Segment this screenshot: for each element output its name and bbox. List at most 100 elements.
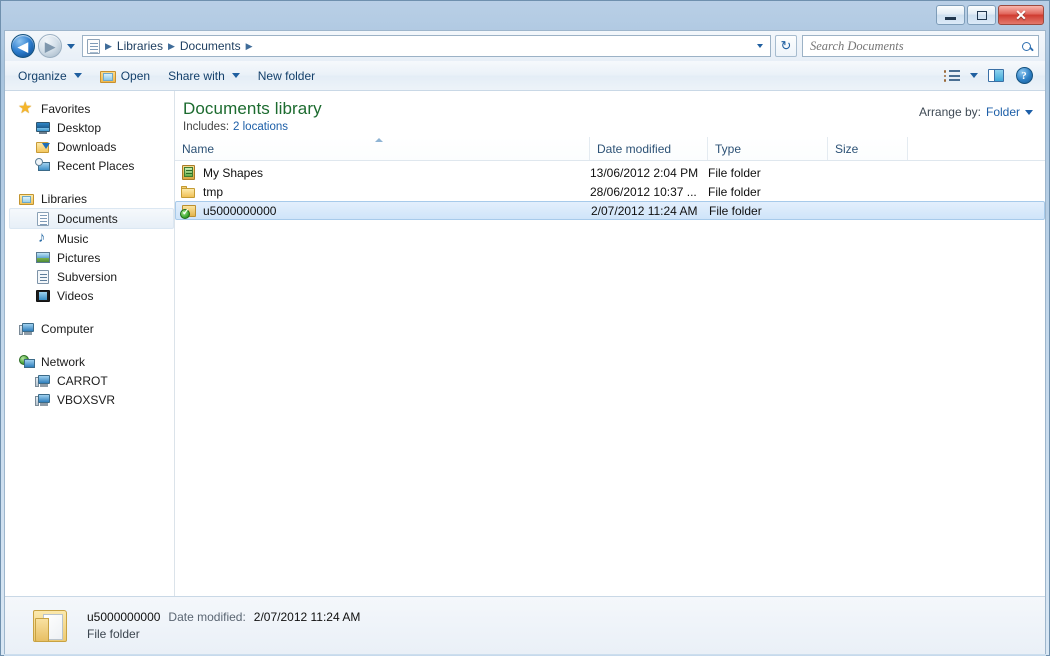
- arrange-by-value[interactable]: Folder: [986, 105, 1020, 119]
- page-title: Documents library: [183, 99, 322, 119]
- folder-large-icon: [31, 606, 73, 646]
- sidebar-item-carrot[interactable]: CARROT: [5, 371, 174, 390]
- share-with-button[interactable]: Share with: [159, 64, 249, 88]
- view-list-icon: [944, 69, 961, 82]
- close-icon: ✕: [1015, 8, 1027, 22]
- nav-group-libraries: Libraries Documents Music: [5, 189, 174, 305]
- chevron-down-icon: [67, 44, 75, 49]
- recent-places-icon: [35, 158, 51, 174]
- arrange-by[interactable]: Arrange by: Folder: [919, 105, 1033, 119]
- documents-icon: [35, 211, 51, 227]
- explorer-body: Favorites Desktop Downloads: [5, 91, 1045, 596]
- sort-ascending-icon: [375, 138, 383, 142]
- sidebar-item-documents[interactable]: Documents: [9, 208, 174, 229]
- maximize-icon: [977, 11, 987, 20]
- file-name-cell[interactable]: u5000000000: [176, 203, 591, 219]
- details-pane: u5000000000 Date modified: 2/07/2012 11:…: [5, 596, 1045, 654]
- table-row[interactable]: My Shapes 13/06/2012 2:04 PM File folder: [175, 163, 1045, 182]
- sidebar-label-videos: Videos: [57, 290, 93, 302]
- column-header-name-label: Name: [182, 142, 214, 156]
- search-input[interactable]: [810, 39, 1022, 54]
- file-list[interactable]: My Shapes 13/06/2012 2:04 PM File folder…: [175, 161, 1045, 596]
- command-bar: Organize Open Share with New folder: [5, 61, 1045, 91]
- forward-arrow-icon: ▶: [45, 40, 55, 53]
- command-bar-right: ?: [939, 64, 1041, 88]
- breadcrumb-separator-0[interactable]: ▶: [103, 41, 114, 52]
- breadcrumb-dropdown-button[interactable]: [751, 36, 768, 56]
- sidebar-item-downloads[interactable]: Downloads: [5, 137, 174, 156]
- chevron-down-icon: [74, 73, 82, 78]
- refresh-button[interactable]: ↻: [775, 35, 797, 57]
- sidebar-item-subversion[interactable]: Subversion: [5, 267, 174, 286]
- sidebar-label-music: Music: [57, 233, 88, 245]
- new-folder-label: New folder: [258, 69, 315, 83]
- includes-link[interactable]: 2 locations: [233, 121, 288, 133]
- view-dropdown-button[interactable]: [967, 64, 981, 88]
- includes-label: Includes:: [183, 121, 229, 133]
- table-row-selected[interactable]: u5000000000 2/07/2012 11:24 AM File fold…: [175, 201, 1045, 220]
- downloads-icon: [35, 139, 51, 155]
- preview-pane-button[interactable]: [983, 64, 1009, 88]
- sidebar-item-videos[interactable]: Videos: [5, 286, 174, 305]
- new-folder-button[interactable]: New folder: [249, 64, 324, 88]
- close-button[interactable]: ✕: [998, 5, 1044, 25]
- search-box[interactable]: [802, 35, 1039, 57]
- column-header-name[interactable]: Name: [175, 137, 590, 160]
- column-header-size-label: Size: [835, 142, 858, 156]
- help-icon: ?: [1016, 67, 1033, 84]
- change-view-button[interactable]: [939, 64, 965, 88]
- explorer-window: ✕ ◀ ▶ ▶ Libraries ▶ Documents ▶: [0, 0, 1050, 656]
- organize-button[interactable]: Organize: [9, 64, 91, 88]
- help-button[interactable]: ?: [1011, 64, 1037, 88]
- computer-icon: [35, 392, 51, 408]
- file-type-cell: File folder: [708, 166, 828, 180]
- sidebar-label-network: Network: [41, 356, 85, 368]
- open-button[interactable]: Open: [91, 64, 159, 88]
- search-icon[interactable]: [1022, 42, 1031, 51]
- sidebar-item-music[interactable]: Music: [5, 229, 174, 248]
- nav-group-computer: Computer: [5, 319, 174, 338]
- back-arrow-icon: ◀: [18, 40, 28, 53]
- nav-group-favorites: Favorites Desktop Downloads: [5, 99, 174, 175]
- sidebar-item-favorites[interactable]: Favorites: [5, 99, 174, 118]
- sidebar-item-libraries[interactable]: Libraries: [5, 189, 174, 208]
- chevron-down-icon: [970, 73, 978, 78]
- navigation-pane[interactable]: Favorites Desktop Downloads: [5, 91, 175, 596]
- column-header-date-modified[interactable]: Date modified: [590, 137, 708, 160]
- network-icon: [19, 354, 35, 370]
- forward-button[interactable]: ▶: [38, 34, 62, 58]
- column-header-type-label: Type: [715, 142, 741, 156]
- breadcrumb-item-documents[interactable]: Documents: [177, 39, 244, 53]
- breadcrumb-separator-1[interactable]: ▶: [166, 41, 177, 52]
- open-folder-icon: [100, 69, 116, 83]
- file-name-cell[interactable]: tmp: [175, 184, 590, 200]
- videos-icon: [35, 288, 51, 304]
- sidebar-label-libraries: Libraries: [41, 193, 87, 205]
- breadcrumb-item-libraries[interactable]: Libraries: [114, 39, 166, 53]
- breadcrumb[interactable]: ▶ Libraries ▶ Documents ▶: [82, 35, 771, 57]
- column-header-size[interactable]: Size: [828, 137, 908, 160]
- recent-pages-button[interactable]: [63, 34, 79, 58]
- minimize-button[interactable]: [936, 5, 965, 25]
- sidebar-item-pictures[interactable]: Pictures: [5, 248, 174, 267]
- desktop-icon: [35, 120, 51, 136]
- sidebar-item-desktop[interactable]: Desktop: [5, 118, 174, 137]
- back-button[interactable]: ◀: [11, 34, 35, 58]
- file-type-cell: File folder: [709, 204, 829, 218]
- sidebar-label-computer: Computer: [41, 323, 94, 335]
- svn-folder-icon: [181, 203, 197, 219]
- details-date-modified-label: Date modified:: [168, 610, 245, 624]
- sidebar-label-pictures: Pictures: [57, 252, 100, 264]
- table-row[interactable]: tmp 28/06/2012 10:37 ... File folder: [175, 182, 1045, 201]
- breadcrumb-separator-2[interactable]: ▶: [244, 41, 255, 52]
- column-header-type[interactable]: Type: [708, 137, 828, 160]
- pictures-icon: [35, 250, 51, 266]
- sidebar-item-computer[interactable]: Computer: [5, 319, 174, 338]
- window-client-area: ◀ ▶ ▶ Libraries ▶ Documents ▶ ↻: [4, 30, 1046, 654]
- file-name-cell[interactable]: My Shapes: [175, 165, 590, 181]
- sidebar-item-recent-places[interactable]: Recent Places: [5, 156, 174, 175]
- sidebar-label-documents: Documents: [57, 213, 118, 225]
- maximize-button[interactable]: [967, 5, 996, 25]
- sidebar-item-network[interactable]: Network: [5, 352, 174, 371]
- sidebar-item-vboxsvr[interactable]: VBOXSVR: [5, 390, 174, 409]
